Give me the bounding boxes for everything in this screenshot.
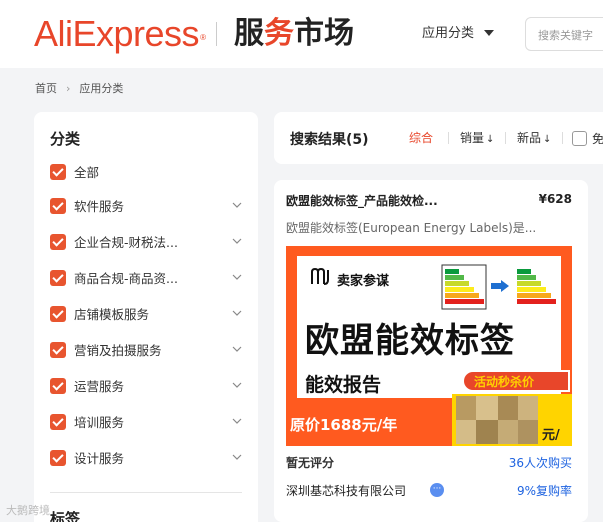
- product-description: 欧盟能效标签(European Energy Labels)是...: [286, 221, 537, 235]
- category-item-enterprise-compliance[interactable]: 企业合规-财税法...: [50, 232, 242, 254]
- seller-company[interactable]: 深圳基芯科技有限公司: [286, 482, 406, 499]
- sidebar-title: 分类: [50, 130, 81, 148]
- aliexpress-logo[interactable]: AliExpress®: [34, 14, 206, 54]
- sort-arrow-icon: ↓: [543, 134, 552, 145]
- product-card[interactable]: 欧盟能效标签_产品能效检... ¥628 欧盟能效标签(European Ene…: [274, 180, 588, 522]
- results-toolbar: 搜索结果(5) 综合 销量 ↓ 新品 ↓ 免: [274, 112, 603, 164]
- energy-scale-icon: [441, 264, 487, 310]
- checkbox-checked[interactable]: [50, 450, 66, 466]
- breadcrumb-home[interactable]: 首页: [35, 82, 57, 95]
- banner-headline-panel: 欧盟能效标签: [297, 316, 561, 368]
- category-item-marketing[interactable]: 营销及拍摄服务: [50, 340, 242, 362]
- tags-section-title: 标签: [50, 510, 81, 522]
- sort-divider: [505, 132, 506, 144]
- chevron-down-icon[interactable]: [232, 236, 242, 246]
- checkbox-checked[interactable]: [50, 164, 66, 180]
- watermark-text: 大鹅跨境: [6, 504, 50, 517]
- product-title[interactable]: 欧盟能效标签_产品能效检...: [286, 192, 466, 209]
- purchase-count: 36人次购买: [508, 456, 572, 470]
- chevron-down-icon[interactable]: [232, 380, 242, 390]
- service-market-title[interactable]: 服务市场: [234, 16, 354, 52]
- free-filter-label: 免: [592, 132, 603, 146]
- chevron-down-icon[interactable]: [232, 416, 242, 426]
- breadcrumb: 首页 › 应用分类: [35, 81, 123, 97]
- product-price: ¥628: [538, 192, 572, 206]
- checkbox-checked[interactable]: [50, 270, 66, 286]
- checkbox-checked[interactable]: [50, 234, 66, 250]
- category-item-design[interactable]: 设计服务: [50, 448, 242, 470]
- sidebar-divider: [50, 492, 242, 493]
- banner-brand-text: 卖家参谋: [337, 274, 390, 289]
- top-header: AliExpress® 服务市场 应用分类 搜索关键字: [0, 0, 603, 68]
- per-year-label: 元/年: [542, 428, 560, 443]
- sort-sales[interactable]: 销量 ↓: [460, 130, 494, 148]
- sort-divider: [448, 132, 449, 144]
- chevron-down-icon: [484, 29, 495, 36]
- chevron-down-icon[interactable]: [232, 344, 242, 354]
- category-item-store-template[interactable]: 店铺模板服务: [50, 304, 242, 326]
- chevron-down-icon[interactable]: [232, 308, 242, 318]
- chevron-down-icon[interactable]: [232, 272, 242, 282]
- brand-logo-icon: [311, 268, 329, 285]
- category-item-all[interactable]: 全部: [50, 162, 242, 184]
- category-item-product-compliance[interactable]: 商品合规-商品资...: [50, 268, 242, 290]
- checkbox-checked[interactable]: [50, 306, 66, 322]
- sort-arrow-icon: ↓: [486, 134, 495, 145]
- repurchase-rate: 9%复购率: [516, 484, 572, 498]
- checkbox-checked[interactable]: [50, 414, 66, 430]
- banner-top-panel: 卖家参谋: [297, 256, 561, 316]
- sort-newest[interactable]: 新品 ↓: [517, 130, 551, 148]
- chevron-down-icon[interactable]: [232, 200, 242, 210]
- product-rating: 暂无评分: [286, 456, 335, 470]
- energy-scale-icon: [517, 269, 556, 304]
- chevron-right-icon: ›: [66, 82, 71, 95]
- checkbox-checked[interactable]: [50, 378, 66, 394]
- breadcrumb-current: 应用分类: [79, 82, 124, 95]
- chevron-down-icon[interactable]: [232, 452, 242, 462]
- sort-default[interactable]: 综合: [409, 130, 433, 146]
- header-divider: [216, 22, 217, 46]
- search-input[interactable]: 搜索关键字: [525, 17, 603, 51]
- arrow-right-icon: [491, 280, 509, 292]
- banner-subheadline: 能效报告: [305, 374, 382, 396]
- category-item-operations[interactable]: 运营服务: [50, 376, 242, 398]
- category-item-software[interactable]: 软件服务: [50, 196, 242, 218]
- checkbox-checked[interactable]: [50, 342, 66, 358]
- original-price: 原价1688元/年: [290, 416, 398, 434]
- results-count-title: 搜索结果(5): [290, 132, 369, 148]
- blurred-price-image: [456, 396, 538, 444]
- product-banner-image[interactable]: 卖家参谋 欧盟能效标签 能效报告 活动秒杀价 原价1688元/年 元/: [286, 246, 572, 446]
- checkbox-checked[interactable]: [50, 198, 66, 214]
- category-item-training[interactable]: 培训服务: [50, 412, 242, 434]
- sort-divider: [562, 132, 563, 144]
- flash-sale-badge: 活动秒杀价: [462, 370, 570, 392]
- banner-headline: 欧盟能效标签: [305, 321, 515, 361]
- free-filter-checkbox[interactable]: [572, 131, 587, 146]
- nav-app-category[interactable]: 应用分类: [422, 24, 495, 44]
- chat-icon[interactable]: ···: [430, 483, 444, 497]
- category-sidebar: 分类 全部 软件服务 企业合规-财税法... 商品合规-商品资... 店铺模板服…: [34, 112, 258, 522]
